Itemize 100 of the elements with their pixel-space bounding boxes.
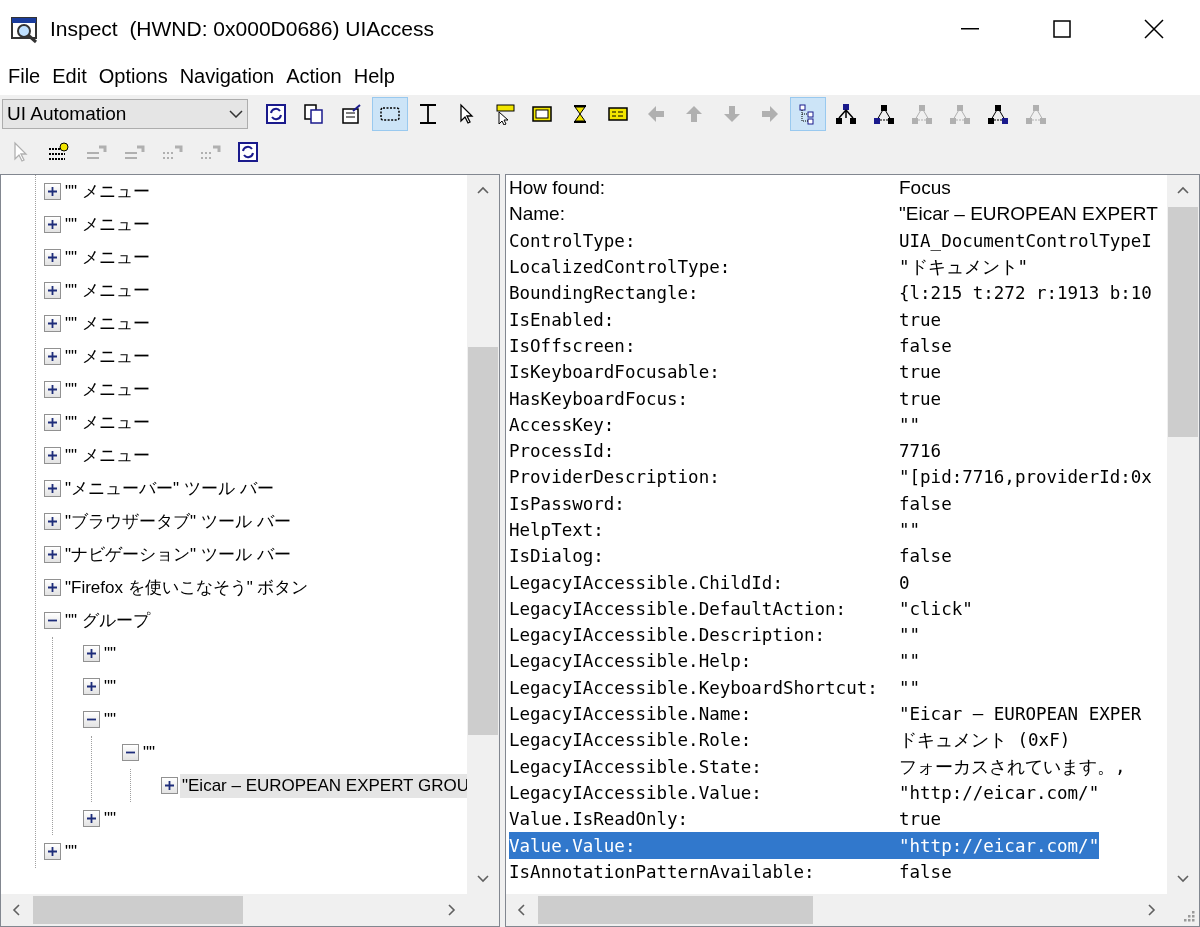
property-value: "" bbox=[899, 414, 921, 435]
property-row[interactable]: LegacyIAccessible.Value: "http://eicar.com/" bbox=[509, 779, 1100, 807]
expand-toggle[interactable] bbox=[44, 546, 61, 563]
tree-item[interactable]: "" メニュー bbox=[63, 211, 152, 238]
tree-item[interactable]: "メニューバー" ツール バー bbox=[63, 475, 276, 502]
tree-item[interactable]: "" メニュー bbox=[63, 178, 152, 205]
tree-item[interactable]: "" メニュー bbox=[63, 376, 152, 403]
property-row[interactable]: Value.IsReadOnly: true bbox=[509, 806, 942, 833]
property-row[interactable]: LegacyIAccessible.Help: "" bbox=[509, 648, 921, 675]
property-row[interactable]: LegacyIAccessible.DefaultAction: "click" bbox=[509, 595, 973, 623]
property-row[interactable]: IsEnabled: true bbox=[509, 306, 942, 333]
property-row[interactable]: ProcessId: 7716 bbox=[509, 437, 942, 465]
tree-item[interactable]: "" メニュー bbox=[63, 310, 152, 337]
tree-item[interactable]: "" bbox=[102, 674, 119, 699]
menu-item[interactable]: Action bbox=[280, 65, 348, 88]
window-icon bbox=[531, 103, 553, 125]
property-row[interactable]: How found: Focus bbox=[509, 175, 951, 202]
expand-toggle[interactable] bbox=[44, 579, 61, 596]
scrollbar-thumb[interactable] bbox=[33, 896, 243, 924]
tree-item[interactable]: "" メニュー bbox=[63, 343, 152, 370]
menu-item[interactable]: Navigation bbox=[173, 65, 281, 88]
vertical-scrollbar[interactable] bbox=[467, 175, 499, 894]
plus-icon bbox=[86, 648, 97, 659]
collapse-toggle[interactable] bbox=[44, 612, 61, 629]
property-row[interactable]: HasKeyboardFocus: true bbox=[509, 385, 942, 412]
property-row[interactable]: BoundingRectangle: {l:215 t:272 r:1913 b:10 bbox=[509, 280, 1152, 307]
tree-item[interactable]: "" bbox=[63, 839, 80, 864]
close-icon bbox=[1144, 19, 1164, 39]
property-row[interactable]: IsOffscreen: false bbox=[509, 332, 952, 360]
scrollbar-thumb[interactable] bbox=[1168, 207, 1198, 437]
scrollbar-thumb[interactable] bbox=[468, 347, 498, 735]
horizontal-scrollbar[interactable] bbox=[1, 894, 467, 926]
resize-grip[interactable] bbox=[1181, 908, 1195, 922]
property-row[interactable]: LegacyIAccessible.Name: "Eicar – EUROPEAN EXPER bbox=[509, 700, 1142, 728]
property-row[interactable]: LegacyIAccessible.State: フォーカスされています。, bbox=[509, 753, 1126, 780]
tree-item[interactable]: "" bbox=[102, 707, 119, 732]
horizontal-scrollbar[interactable] bbox=[506, 894, 1167, 926]
expand-toggle[interactable] bbox=[44, 381, 61, 398]
expand-toggle[interactable] bbox=[44, 348, 61, 365]
property-row[interactable]: LegacyIAccessible.KeyboardShortcut: "" bbox=[509, 674, 921, 701]
plus-icon bbox=[47, 318, 58, 329]
expand-toggle[interactable] bbox=[83, 645, 100, 662]
expand-toggle[interactable] bbox=[44, 282, 61, 299]
plus-icon bbox=[164, 780, 175, 791]
expand-toggle[interactable] bbox=[44, 249, 61, 266]
property-value: true bbox=[899, 309, 942, 330]
tree-item[interactable]: "Firefox を使いこなそう" ボタン bbox=[63, 574, 311, 601]
expand-toggle[interactable] bbox=[44, 216, 61, 233]
property-row[interactable]: LegacyIAccessible.Description: "" bbox=[509, 622, 921, 649]
plus-icon bbox=[47, 252, 58, 263]
property-row[interactable]: LegacyIAccessible.Role: ドキュメント (0xF) bbox=[509, 727, 1071, 754]
tree-item[interactable]: "Eicar – EUROPEAN EXPERT GROU bbox=[180, 773, 467, 798]
expand-toggle[interactable] bbox=[44, 843, 61, 860]
expand-toggle[interactable] bbox=[83, 678, 100, 695]
tree-button[interactable] bbox=[790, 97, 826, 131]
property-row[interactable]: IsDialog: false bbox=[509, 543, 952, 570]
expand-toggle[interactable] bbox=[44, 414, 61, 431]
property-row[interactable]: ProviderDescription: "[pid:7716,providerId:0x bbox=[509, 464, 1152, 491]
expand-toggle[interactable] bbox=[44, 447, 61, 464]
expand-toggle[interactable] bbox=[44, 513, 61, 530]
property-row[interactable]: LegacyIAccessible.ChildId: 0 bbox=[509, 569, 910, 596]
tree-item[interactable]: "" bbox=[102, 641, 119, 666]
tree-item[interactable]: "" メニュー bbox=[63, 442, 152, 469]
tree-item[interactable]: "ナビゲーション" ツール バー bbox=[63, 541, 293, 568]
tree-item[interactable]: "" bbox=[102, 806, 119, 831]
tree-item[interactable]: "" メニュー bbox=[63, 244, 152, 271]
expand-toggle[interactable] bbox=[44, 480, 61, 497]
tree-item[interactable]: "" bbox=[141, 740, 158, 765]
property-row[interactable]: Name: "Eicar – EUROPEAN EXPERT bbox=[509, 201, 1158, 228]
scrollbar-thumb[interactable] bbox=[538, 896, 813, 924]
expand-toggle[interactable] bbox=[44, 315, 61, 332]
menu-item[interactable]: Edit bbox=[46, 65, 93, 88]
property-value: "" bbox=[899, 651, 921, 672]
property-row[interactable]: IsAnnotationPatternAvailable: false bbox=[509, 858, 952, 885]
property-name: LocalizedControlType: bbox=[509, 257, 732, 278]
tree-item[interactable]: "ブラウザータブ" ツール バー bbox=[63, 508, 293, 535]
tree-item[interactable]: "" メニュー bbox=[63, 409, 152, 436]
property-row[interactable]: AccessKey: "" bbox=[509, 411, 921, 438]
selection-button[interactable] bbox=[372, 97, 408, 131]
vertical-scrollbar[interactable] bbox=[1167, 175, 1199, 894]
menu-item[interactable]: Help bbox=[347, 65, 401, 88]
tree-item[interactable]: "" グループ bbox=[63, 607, 152, 634]
plus-icon bbox=[47, 417, 58, 428]
collapse-toggle[interactable] bbox=[122, 744, 139, 761]
property-row[interactable]: LocalizedControlType: "ドキュメント" bbox=[509, 253, 1029, 281]
property-row[interactable]: IsPassword: false bbox=[509, 490, 952, 517]
expand-toggle[interactable] bbox=[83, 810, 100, 827]
tree-item[interactable]: "" メニュー bbox=[63, 277, 152, 304]
expand-toggle[interactable] bbox=[161, 777, 178, 794]
menu-item[interactable]: File bbox=[2, 65, 47, 88]
window-title: Inspect (HWND: 0x000D0686) UIAccess bbox=[50, 17, 435, 41]
menu-item[interactable]: Options bbox=[92, 65, 174, 88]
property-row[interactable]: Value.Value: "http://eicar.com/" bbox=[509, 832, 1100, 859]
property-row[interactable]: ControlType: UIA_DocumentControlTypeI bbox=[509, 227, 1152, 254]
expand-toggle[interactable] bbox=[44, 183, 61, 200]
property-row[interactable]: IsKeyboardFocusable: true bbox=[509, 359, 942, 386]
property-value: "http://eicar.com/" bbox=[899, 782, 1100, 803]
mode-dropdown[interactable]: UI Automation bbox=[2, 99, 248, 129]
collapse-toggle[interactable] bbox=[83, 711, 100, 728]
property-row[interactable]: HelpText: "" bbox=[509, 516, 921, 544]
